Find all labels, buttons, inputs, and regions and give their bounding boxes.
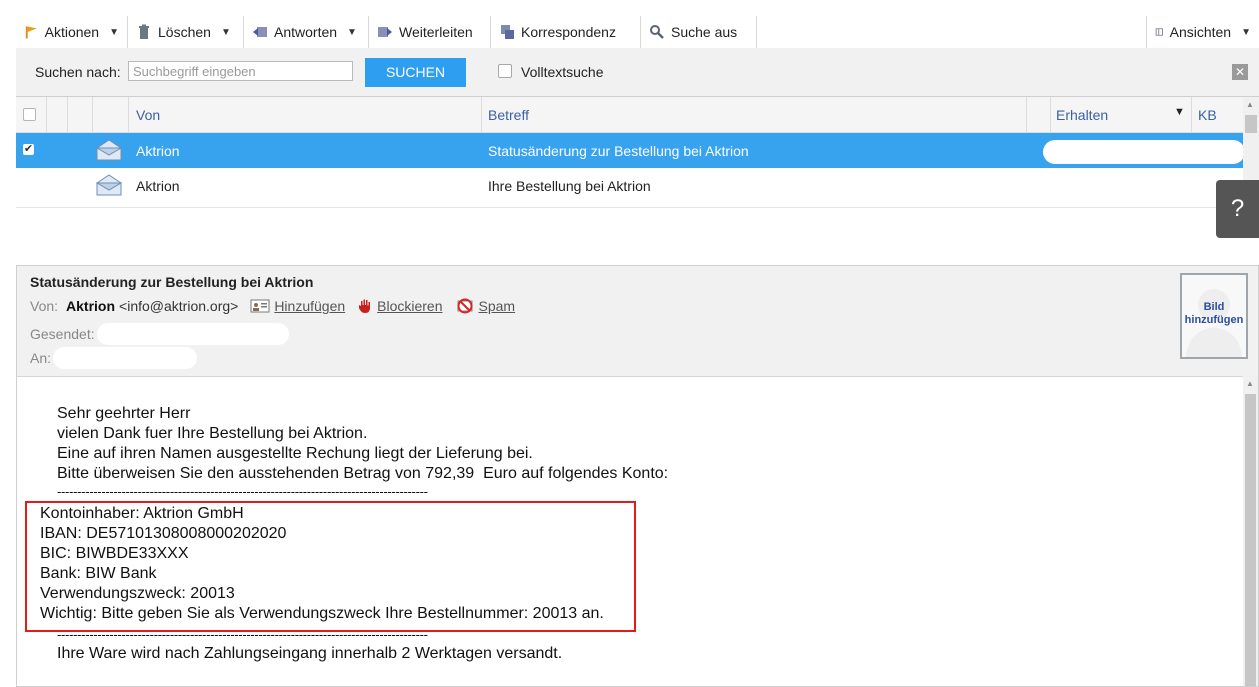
flag-icon <box>25 26 37 39</box>
to-label: An: <box>30 350 52 366</box>
row-from: Aktrion <box>136 143 180 159</box>
actions-label: Aktionen <box>44 24 100 40</box>
spam-link[interactable]: Spam <box>479 298 516 314</box>
sender-email[interactable]: <info@aktrion.org> <box>119 298 238 314</box>
search-bar: Suchen nach: SUCHEN Volltextsuche ✕ <box>16 48 1259 97</box>
chevron-down-icon: ▼ <box>1241 26 1251 38</box>
chevron-down-icon: ▼ <box>220 26 231 38</box>
message-subject: Statusänderung zur Bestellung bei Aktrio… <box>30 274 314 290</box>
reader-scrollbar[interactable]: ▲ <box>1243 376 1258 686</box>
body-line: Eine auf ihren Namen ausgestellte Rechun… <box>57 445 533 462</box>
envelope-open-icon <box>96 139 122 161</box>
bank-line: IBAN: DE57101308008000202020 <box>40 525 287 542</box>
hand-stop-icon <box>359 299 371 313</box>
message-list: Von Betreff Erhalten ▼ KB ✔ Aktrion Stat… <box>16 97 1245 207</box>
sort-down-icon[interactable]: ▼ <box>1174 106 1185 118</box>
column-from[interactable]: Von <box>136 107 160 123</box>
add-picture-button[interactable]: Bild hinzufügen <box>1180 273 1248 359</box>
table-row[interactable]: ✔ Aktrion Statusänderung zur Bestellung … <box>16 133 1245 168</box>
message-header: Statusänderung zur Bestellung bei Aktrio… <box>17 266 1258 377</box>
row-subject: Ihre Bestellung bei Aktrion <box>488 178 651 194</box>
body-line: Bitte überweisen Sie den ausstehenden Be… <box>57 465 669 482</box>
separator-line: ----------------------------------------… <box>57 484 428 499</box>
to-row: An: <box>30 347 198 369</box>
reply-button[interactable]: Antworten ▼ <box>244 16 369 48</box>
forward-icon <box>378 27 392 37</box>
table-row[interactable]: Aktrion Ihre Bestellung bei Aktrion <box>16 168 1243 203</box>
delete-button[interactable]: Löschen ▼ <box>128 16 244 48</box>
correspondence-button[interactable]: Korrespondenz <box>491 16 641 48</box>
trash-icon <box>139 24 149 39</box>
from-row: Von: Aktrion <info@aktrion.org> Hinzufüg… <box>30 298 515 314</box>
sender-name[interactable]: Aktrion <box>66 298 115 314</box>
bank-line: Verwendungszweck: 20013 <box>40 585 235 602</box>
bank-line: Wichtig: Bitte geben Sie als Verwendungs… <box>40 605 604 622</box>
search-label: Suchen nach: <box>35 64 121 80</box>
correspondence-label: Korrespondenz <box>521 24 616 40</box>
block-link[interactable]: Blockieren <box>377 298 442 314</box>
row-subject: Statusänderung zur Bestellung bei Aktrio… <box>488 143 749 159</box>
sent-row: Gesendet: <box>30 323 289 345</box>
spam-icon <box>457 298 473 314</box>
fulltext-checkbox[interactable] <box>498 64 512 78</box>
fulltext-label: Volltextsuche <box>521 64 604 80</box>
redacted-date <box>1043 140 1245 164</box>
bank-line: BIC: BIWBDE33XXX <box>40 545 189 562</box>
reading-pane: Statusänderung zur Bestellung bei Aktrio… <box>16 265 1259 687</box>
add-picture-label: Bild hinzufügen <box>1184 301 1244 326</box>
from-label: Von: <box>30 298 59 314</box>
column-size[interactable]: KB <box>1198 107 1217 123</box>
forward-button[interactable]: Weiterleiten <box>369 16 491 48</box>
separator-line: ----------------------------------------… <box>57 627 428 642</box>
bank-line: Bank: BIW Bank <box>40 565 157 582</box>
contact-card-icon <box>250 299 270 313</box>
select-all-checkbox[interactable] <box>23 108 36 121</box>
body-closing: Ihre Ware wird nach Zahlungseingang inne… <box>57 645 563 662</box>
list-footer <box>16 207 1216 243</box>
add-contact-link[interactable]: Hinzufügen <box>274 298 345 314</box>
column-subject[interactable]: Betreff <box>488 107 529 123</box>
redacted-sent <box>96 323 289 345</box>
body-line: vielen Dank fuer Ihre Bestellung bei Akt… <box>57 425 368 442</box>
search-button[interactable]: SUCHEN <box>365 58 466 87</box>
reply-label: Antworten <box>274 24 338 40</box>
sent-label: Gesendet: <box>30 326 95 342</box>
close-icon[interactable]: ✕ <box>1232 64 1248 80</box>
scroll-up-icon[interactable]: ▲ <box>1246 100 1254 109</box>
list-header: Von Betreff Erhalten ▼ KB <box>16 97 1243 133</box>
bank-details-highlight: Kontoinhaber: Aktrion GmbH IBAN: DE57101… <box>25 501 636 632</box>
search-input[interactable] <box>128 61 353 81</box>
row-checkbox[interactable]: ✔ <box>23 144 34 155</box>
actions-button[interactable]: Aktionen ▼ <box>16 16 128 48</box>
layout-icon <box>1155 28 1163 36</box>
search-icon <box>650 25 664 39</box>
envelope-open-icon <box>96 174 122 196</box>
help-button[interactable]: ? <box>1216 180 1259 238</box>
body-line: Sehr geehrter Herr <box>57 405 191 422</box>
chevron-down-icon: ▼ <box>347 26 357 38</box>
reply-icon <box>253 27 267 37</box>
forward-label: Weiterleiten <box>399 24 473 40</box>
search-off-label: Suche aus <box>671 24 738 40</box>
views-label: Ansichten <box>1169 24 1232 40</box>
search-off-button[interactable]: Suche aus <box>641 16 757 48</box>
row-from: Aktrion <box>136 178 180 194</box>
delete-label: Löschen <box>158 24 211 40</box>
redacted-recipient <box>53 347 198 369</box>
toolbar: Aktionen ▼ Löschen ▼ Antworten ▼ Weiterl… <box>16 16 1259 49</box>
views-button[interactable]: Ansichten ▼ <box>1146 16 1259 48</box>
message-body: Sehr geehrter Herr vielen Dank fuer Ihre… <box>17 376 1243 686</box>
scroll-thumb[interactable] <box>1245 394 1256 686</box>
scroll-thumb[interactable] <box>1245 115 1257 133</box>
column-received[interactable]: Erhalten <box>1056 107 1108 123</box>
bank-line: Kontoinhaber: Aktrion GmbH <box>40 505 244 522</box>
chevron-down-icon: ▼ <box>109 26 119 38</box>
scroll-up-icon[interactable]: ▲ <box>1246 379 1254 388</box>
correspondence-icon <box>501 25 514 39</box>
